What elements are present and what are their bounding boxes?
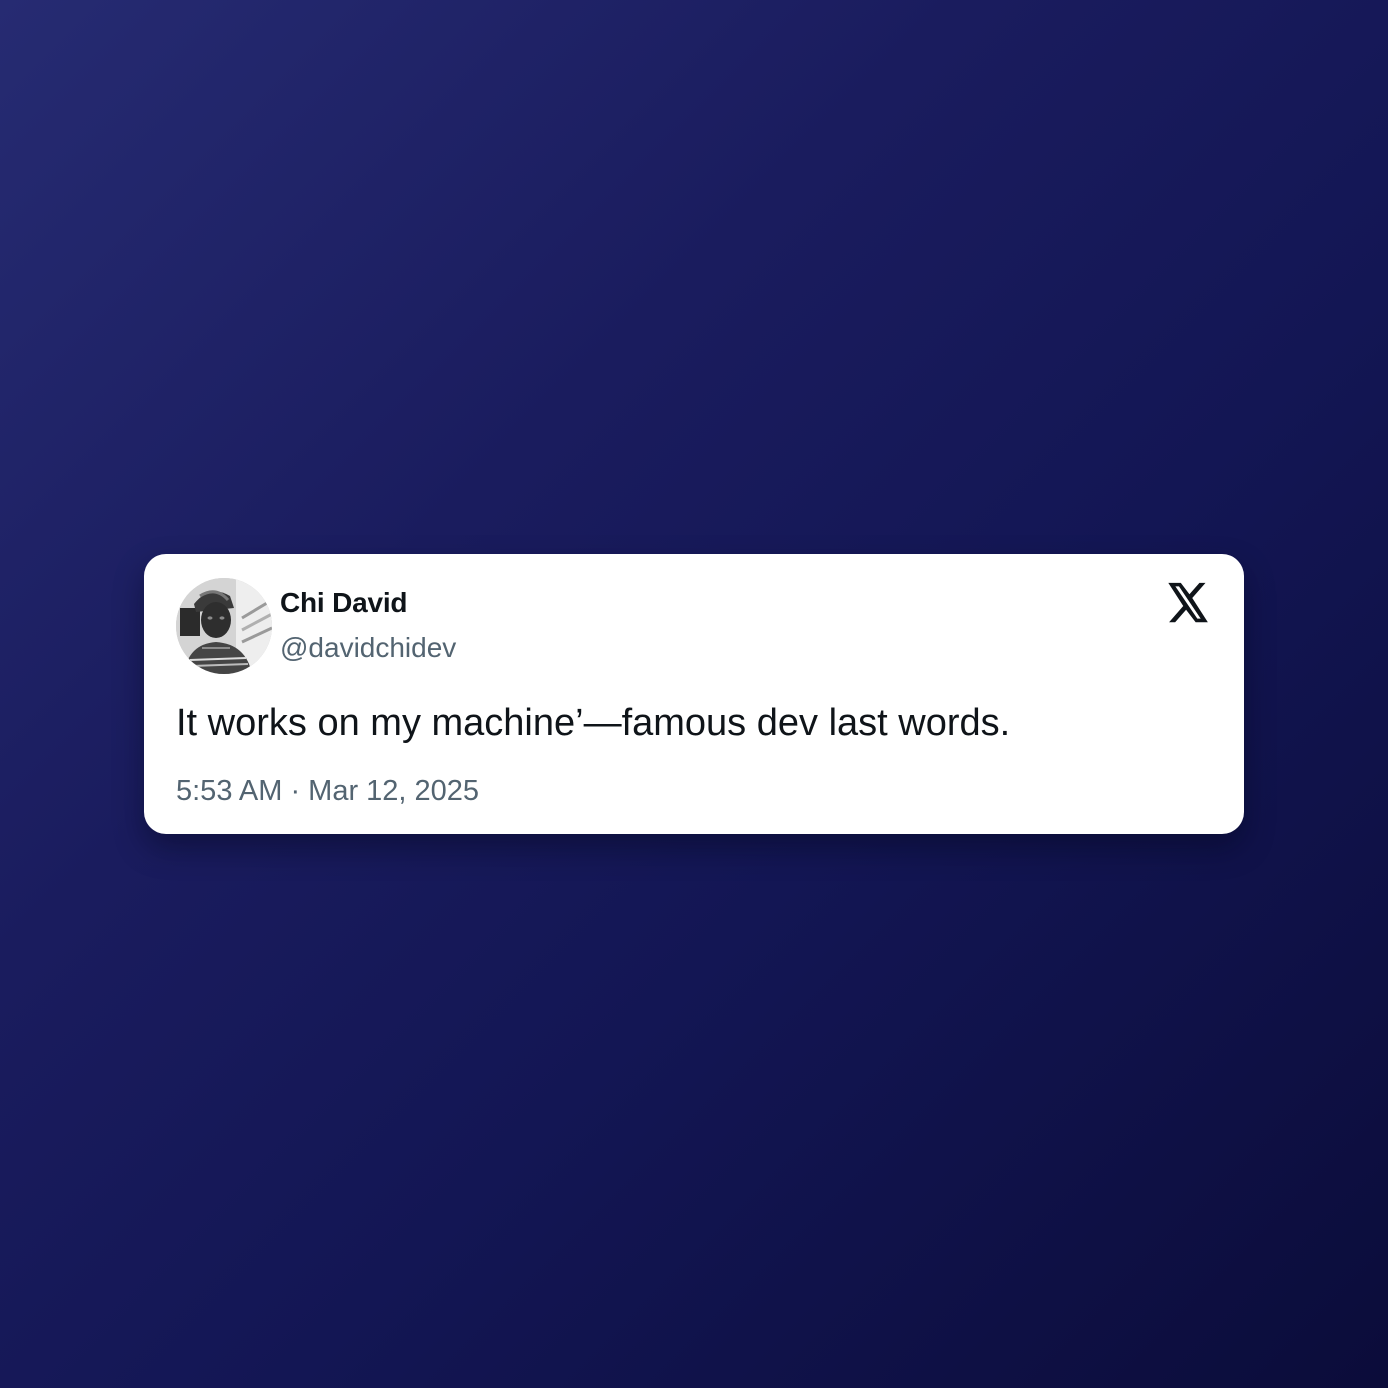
tweet-card[interactable]: Chi David @davidchidev It works on my ma…: [144, 554, 1244, 834]
display-name[interactable]: Chi David: [280, 584, 456, 622]
tweet-text: It works on my machine’—famous dev last …: [176, 702, 1011, 744]
tweet-author: Chi David @davidchidev: [280, 584, 456, 667]
tweet-timestamp[interactable]: 5:53 AM · Mar 12, 2025: [176, 772, 479, 810]
user-handle[interactable]: @davidchidev: [280, 629, 456, 667]
avatar[interactable]: [176, 578, 272, 674]
x-logo-icon[interactable]: [1166, 582, 1210, 624]
avatar-photo: [176, 578, 272, 674]
